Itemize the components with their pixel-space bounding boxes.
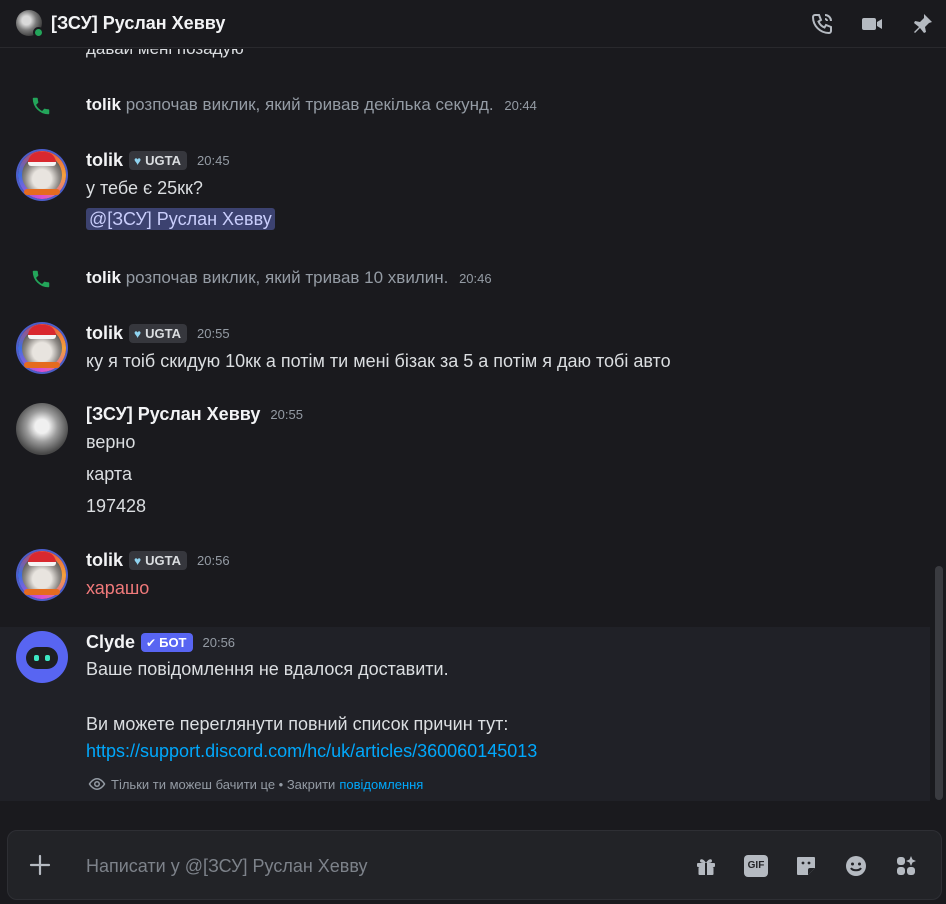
message-input[interactable] <box>86 851 666 881</box>
clyde-avatar[interactable] <box>16 631 68 683</box>
clan-tag-badge[interactable]: ♥ UGTA <box>129 324 188 343</box>
gif-icon[interactable]: GIF <box>744 855 768 877</box>
username[interactable]: [ЗСУ] Руслан Хевву <box>86 404 260 425</box>
message-text: карта <box>86 464 132 484</box>
timestamp: 20:44 <box>504 98 537 113</box>
message-text-partial: давай мені позадую <box>86 49 244 59</box>
dismiss-message-link[interactable]: повідомлення <box>339 777 423 792</box>
video-call-icon[interactable] <box>860 12 884 36</box>
failed-message-text: харашо <box>86 578 150 598</box>
username[interactable]: tolik <box>86 150 123 171</box>
timestamp: 20:46 <box>459 271 492 286</box>
call-description: розпочав виклик, який тривав 10 хвилин. <box>125 268 449 287</box>
checkmark-icon: ✔ <box>146 635 157 650</box>
message-text: верно <box>86 432 136 452</box>
username[interactable]: tolik <box>86 550 123 571</box>
scrollbar-thumb[interactable] <box>935 566 943 800</box>
heart-icon: ♥ <box>134 153 142 168</box>
sticker-icon[interactable] <box>794 854 818 878</box>
message-group: tolik ♥ UGTA 20:55 ку я тоіб скидую 10кк … <box>0 318 930 382</box>
heart-icon: ♥ <box>134 553 142 568</box>
user-mention[interactable]: @[ЗСУ] Руслан Хевву <box>86 208 275 230</box>
clan-tag-badge[interactable]: ♥ UGTA <box>129 551 188 570</box>
username[interactable]: Clyde <box>86 632 135 653</box>
user-avatar[interactable] <box>16 149 68 201</box>
call-system-message: tolik розпочав виклик, який тривав 10 хв… <box>0 263 930 293</box>
user-avatar[interactable] <box>16 403 68 455</box>
timestamp: 20:55 <box>270 407 303 422</box>
message-list: давай мені позадую tolik розпочав виклик… <box>0 49 946 801</box>
timestamp: 20:56 <box>202 635 236 650</box>
username[interactable]: tolik <box>86 323 123 344</box>
bot-tag-badge: ✔ БОТ <box>141 633 193 652</box>
online-status-icon <box>33 27 44 38</box>
emoji-icon[interactable] <box>844 854 868 878</box>
call-system-message: tolik розпочав виклик, який тривав декіл… <box>0 90 930 120</box>
heart-icon: ♥ <box>134 326 142 341</box>
timestamp: 20:45 <box>197 153 230 168</box>
channel-header: [ЗСУ] Руслан Хевву <box>0 0 946 48</box>
call-username[interactable]: tolik <box>86 95 121 114</box>
message-group: tolik ♥ UGTA 20:45 у тебе є 25кк? @[ЗСУ] … <box>0 145 930 245</box>
gift-icon[interactable] <box>694 854 718 878</box>
phone-icon <box>30 95 52 117</box>
phone-icon <box>30 268 52 290</box>
message-text: у тебе є 25кк? <box>86 178 203 198</box>
message-group: Clyde ✔ БОТ 20:56 Ваше повідомлення не вд… <box>0 627 930 801</box>
timestamp: 20:56 <box>197 553 230 568</box>
message-text: Ви можете переглянути повний список прич… <box>86 714 509 734</box>
bot-tag-label: БОТ <box>159 635 187 650</box>
message-composer: GIF <box>7 830 942 900</box>
timestamp: 20:55 <box>197 326 230 341</box>
call-description: розпочав виклик, який тривав декілька се… <box>125 95 494 114</box>
clan-tag-label: UGTA <box>145 153 182 168</box>
clan-tag-label: UGTA <box>145 326 182 341</box>
user-avatar[interactable] <box>16 322 68 374</box>
user-avatar[interactable] <box>16 549 68 601</box>
ephemeral-notice: Тільки ти можеш бачити це • Закрити пові… <box>88 775 423 793</box>
call-username[interactable]: tolik <box>86 268 121 287</box>
ephemeral-text: Тільки ти можеш бачити це • Закрити <box>111 776 336 792</box>
clan-tag-badge[interactable]: ♥ UGTA <box>129 151 188 170</box>
support-link[interactable]: https://support.discord.com/hc/uk/articl… <box>86 741 537 761</box>
pin-icon[interactable] <box>910 12 934 36</box>
message-text: ку я тоіб скидую 10кк а потім ти мені бі… <box>86 351 671 371</box>
attach-plus-icon[interactable] <box>28 853 52 877</box>
message-group: tolik ♥ UGTA 20:56 харашо <box>0 545 930 609</box>
voice-call-icon[interactable] <box>810 12 834 36</box>
channel-title[interactable]: [ЗСУ] Руслан Хевву <box>51 13 225 34</box>
eye-icon <box>88 775 106 793</box>
message-text: 197428 <box>86 496 147 516</box>
clan-tag-label: UGTA <box>145 553 182 568</box>
message-text: Ваше повідомлення не вдалося доставити. <box>86 659 449 679</box>
apps-icon[interactable] <box>894 854 918 878</box>
message-group: [ЗСУ] Руслан Хевву 20:55 верно карта 197… <box>0 399 930 529</box>
